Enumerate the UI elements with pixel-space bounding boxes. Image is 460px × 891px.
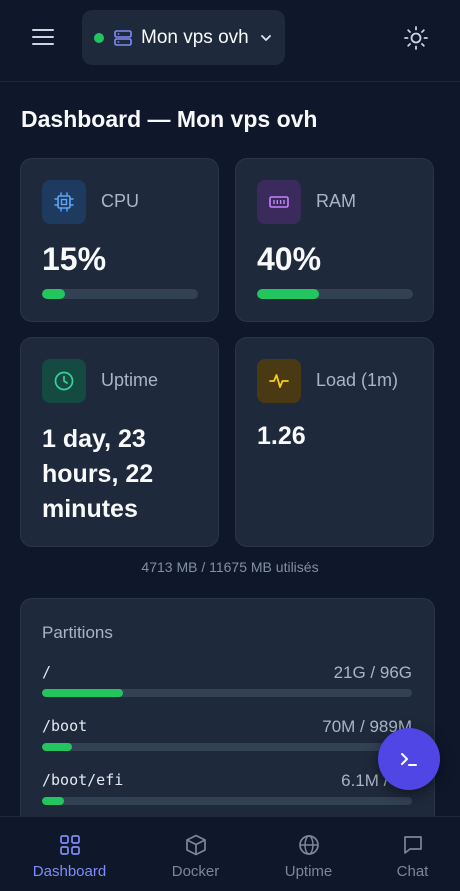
partition-row: /boot 70M / 989M — [42, 717, 412, 763]
ram-label: RAM — [316, 191, 356, 211]
nav-label-chat: Chat — [396, 863, 429, 880]
cpu-value: 15% — [42, 241, 107, 277]
sun-icon — [404, 26, 428, 50]
partition-mount: / — [42, 663, 52, 681]
memory-icon — [269, 196, 289, 208]
terminal-fab-button[interactable] — [378, 728, 440, 790]
nav-item-docker[interactable]: Docker — [138, 817, 253, 891]
partition-progress-fill — [42, 743, 72, 751]
terminal-icon — [401, 753, 417, 766]
load-card: Load (1m) 1.26 — [235, 337, 434, 547]
partition-row: /boot/efi 6.1M / 10 — [42, 771, 412, 817]
partitions-title: Partitions — [42, 623, 113, 642]
nav-label-docker: Docker — [171, 863, 220, 880]
uptime-value: 1 day, 23 hours, 22 minutes — [42, 425, 154, 523]
partition-progress-bar — [42, 743, 412, 751]
ram-progress-fill — [257, 289, 320, 299]
nav-item-uptime[interactable]: Uptime — [251, 817, 366, 891]
page-title: Dashboard — Mon vps ovh — [21, 106, 318, 132]
cpu-icon — [54, 192, 74, 212]
status-dot — [94, 32, 104, 43]
nav-label-dashboard: Dashboard — [32, 863, 107, 880]
uptime-card: Uptime 1 day, 23 hours, 22 minutes — [20, 337, 219, 547]
hamburger-icon — [32, 29, 54, 45]
partitions-card: Partitions / 21G / 96G /boot 70M / 989M … — [20, 598, 435, 838]
clock-icon — [54, 371, 74, 391]
box-icon — [185, 834, 206, 856]
ram-progress-bar — [257, 289, 413, 299]
partition-progress-fill — [42, 689, 124, 697]
nav-label-uptime: Uptime — [284, 863, 333, 880]
uptime-label: Uptime — [101, 370, 159, 390]
nav-item-chat[interactable]: Chat — [355, 817, 460, 891]
cpu-card: CPU 15% — [20, 158, 219, 322]
partition-mount: /boot — [42, 717, 88, 735]
nav-item-dashboard[interactable]: Dashboard — [12, 817, 127, 891]
partition-row: / 21G / 96G — [42, 663, 412, 709]
menu-button[interactable] — [30, 26, 56, 48]
server-icon — [114, 29, 132, 46]
partition-progress-bar — [42, 689, 412, 697]
ram-value: 40% — [257, 241, 322, 277]
bottom-nav: Dashboard Docker Uptime Chat — [0, 816, 460, 891]
cpu-progress-fill — [42, 289, 66, 299]
server-selector[interactable]: Mon vps ovh — [82, 10, 285, 65]
partition-progress-fill — [42, 797, 65, 805]
ram-icon-box — [257, 180, 301, 224]
chat-icon — [403, 836, 422, 854]
memory-usage-note: 4713 MB / 11675 MB utilisés — [141, 559, 319, 575]
load-icon-box — [257, 359, 301, 403]
chevron-down-icon — [260, 34, 271, 41]
partition-progress-bar — [42, 797, 412, 805]
partition-usage: 21G / 96G — [333, 663, 412, 682]
cpu-icon-box — [42, 180, 86, 224]
server-name: Mon vps ovh — [141, 26, 249, 48]
top-header: Mon vps ovh — [0, 0, 460, 82]
activity-icon — [269, 374, 289, 388]
dashboard-icon — [59, 835, 80, 855]
partition-mount: /boot/efi — [42, 771, 124, 789]
load-label: Load (1m) — [316, 370, 399, 390]
cpu-progress-bar — [42, 289, 198, 299]
globe-icon — [298, 835, 319, 855]
load-value: 1.26 — [257, 422, 306, 450]
app-root: Mon vps ovh Dashboard — Mon vps ovh CPU … — [0, 0, 460, 891]
cpu-label: CPU — [101, 191, 140, 211]
ram-card: RAM 40% — [235, 158, 434, 322]
uptime-icon-box — [42, 359, 86, 403]
theme-toggle-button[interactable] — [403, 25, 429, 51]
